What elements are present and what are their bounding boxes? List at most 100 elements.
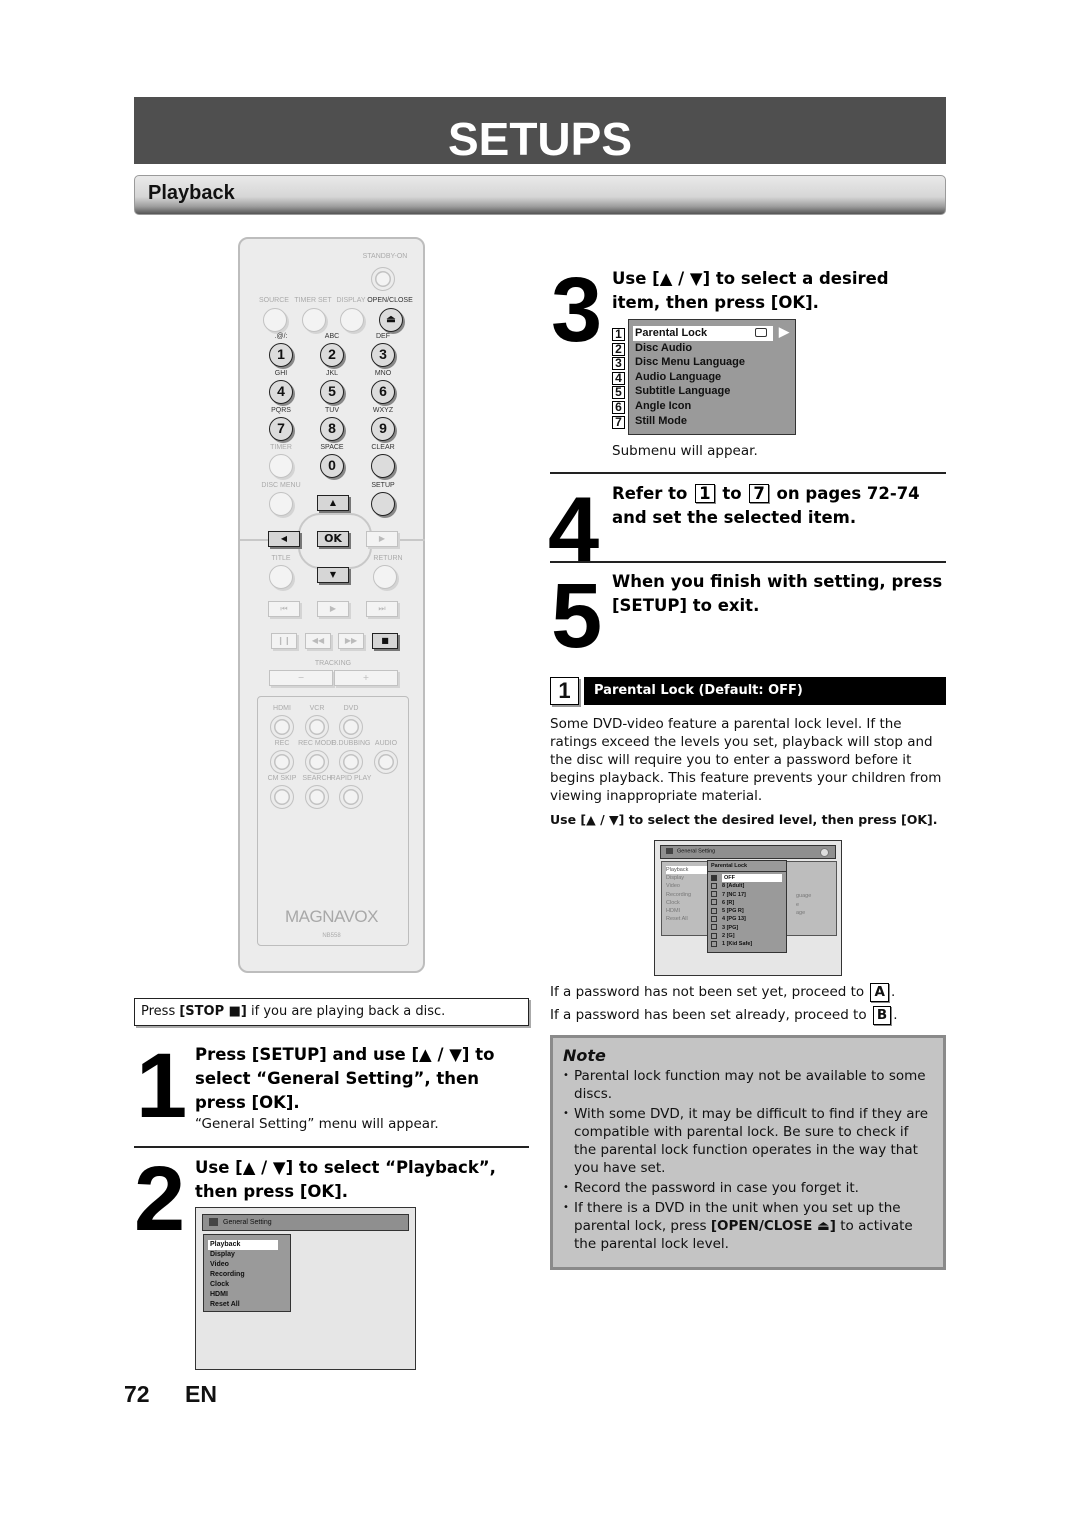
rec-button [270, 750, 294, 774]
menu-item-label: Subtitle Language [635, 385, 731, 398]
vcr-button [305, 715, 329, 739]
note-item: Record the password in case you forget i… [563, 1179, 933, 1197]
key-4: 4 [269, 380, 293, 404]
display-button [340, 308, 364, 332]
item-number-box: 7 [612, 415, 625, 429]
source-button [263, 308, 287, 332]
return-label: RETURN [373, 555, 403, 562]
osd-header: General Setting [202, 1214, 409, 1231]
level-label: 6 [R] [722, 899, 735, 906]
stop-note: Press [STOP ■] if you are playing back a… [134, 998, 529, 1026]
standby-label: STANDBY-ON [362, 253, 408, 260]
level-option: 3 [PG] [711, 924, 783, 932]
checkbox-icon [711, 899, 717, 906]
checkbox-icon [711, 907, 717, 914]
password-not-set: If a password has not been set yet, proc… [550, 983, 895, 1002]
level-option: 7 [NC 17] [711, 891, 783, 899]
key6-label: MNO [374, 370, 392, 377]
checkbox-icon [711, 924, 717, 931]
disc-icon [820, 848, 829, 857]
menu-item: Display [210, 1251, 235, 1258]
ref-box-a: A [870, 983, 889, 1002]
play-icon: ▶ [317, 601, 349, 617]
divider [550, 561, 946, 563]
tracking-label: TRACKING [314, 660, 352, 667]
level-label: 8 [Adult] [722, 883, 745, 890]
step-1-sub: “General Setting” menu will appear. [195, 1116, 439, 1132]
level-option: 1 [Kid Safe] [711, 940, 783, 948]
divider [550, 472, 946, 474]
menu-item-label: Still Mode [635, 414, 687, 427]
level-option: 5 [PG R] [711, 907, 783, 915]
key3-label: DEF [376, 333, 390, 340]
clear-label: CLEAR [371, 444, 395, 451]
remote-control: STANDBY-ON SOURCE TIMER SET DISPLAY OPEN… [238, 237, 425, 973]
general-setting-screen: General Setting Playback Display Video Reco… [195, 1207, 416, 1370]
ok-button: OK [317, 531, 349, 547]
menu-item: HDMI [210, 1291, 228, 1298]
password-set: If a password has been set already, proc… [550, 1006, 898, 1025]
menu-item: Reset All [210, 1301, 240, 1308]
key-5: 5 [320, 380, 344, 404]
dvd-label: DVD [343, 705, 359, 712]
menu-item-label: Audio Language [635, 370, 722, 383]
level-label: 2 [G] [722, 933, 735, 940]
model-number: NB558 [322, 933, 341, 939]
osd-title: General Setting [677, 848, 716, 855]
checkbox-icon [711, 916, 717, 923]
checkbox-icon [711, 874, 717, 881]
fast-forward-icon: ▶▶ [338, 633, 364, 649]
rapid-play-button [339, 785, 363, 809]
note-item: Parental lock function may not be availa… [563, 1067, 933, 1103]
parental-instruction: Use [▲ / ▼] to select the desired level,… [550, 812, 938, 827]
wrench-icon [666, 848, 673, 854]
tracking-plus: + [334, 670, 398, 686]
parental-section-title: Parental Lock (Default: OFF) [584, 677, 946, 705]
parental-description: Some DVD-video feature a parental lock l… [550, 716, 942, 804]
password-b-end: . [893, 1007, 898, 1023]
password-a-text: If a password has not been set yet, proc… [550, 984, 869, 1000]
brand-logo: MAGNAVOX [285, 907, 378, 926]
skip-back-icon: ⏮ [268, 601, 300, 617]
osd-title: General Setting [223, 1218, 272, 1226]
section-bar: Playback [134, 175, 946, 215]
note-key: [OPEN/CLOSE ⏏] [710, 1218, 836, 1234]
item-number-box: 2 [612, 342, 625, 356]
menu-item: Playback [208, 1240, 278, 1250]
rapid-play-label: RAPID PLAY [330, 775, 372, 782]
section-title: Playback [148, 182, 235, 204]
note-item: If there is a DVD in the unit when you s… [563, 1199, 933, 1253]
password-b-text: If a password has been set already, proc… [550, 1007, 871, 1023]
parental-lock-submenu: Parental Lock OFF 8 [Adult] 7 [NC 17] 6 [R]… [707, 860, 787, 953]
key-3: 3 [371, 343, 395, 367]
checkbox-icon [711, 940, 717, 947]
key9-label: WXYZ [372, 407, 394, 414]
key-6: 6 [371, 380, 395, 404]
open-close-label: OPEN/CLOSE [367, 297, 413, 304]
item-number-box: 4 [612, 371, 625, 385]
checkbox-icon [711, 932, 717, 939]
page-number: 72 [124, 1381, 150, 1407]
parental-lock-screen: General Setting Playback Display Video Reco… [654, 840, 842, 976]
level-label: OFF [722, 874, 782, 883]
section-number: 1 [550, 677, 579, 705]
eject-icon: ⏏ [379, 308, 403, 332]
step-5-number: 5 [551, 565, 603, 667]
step-4-text: to [716, 484, 748, 503]
menu-item: Still Mode [633, 414, 795, 429]
lock-icon [755, 328, 767, 337]
step-3-sub: Submenu will appear. [612, 443, 758, 459]
menu-item: Video [210, 1261, 229, 1268]
step-3-heading: Use [▲ / ▼] to select a desired item, th… [612, 269, 889, 312]
menu-item: Disc Menu Language [633, 355, 795, 370]
divider [134, 1146, 529, 1148]
page-title: SETUPS [447, 113, 633, 165]
menu-item: Clock [210, 1281, 230, 1288]
stop-note-pre: Press [141, 1004, 180, 1019]
left-arrow-icon: ◀ [268, 531, 300, 547]
level-label: 5 [PG R] [722, 908, 744, 915]
level-label: 3 [PG] [722, 924, 739, 931]
title-button [269, 565, 293, 589]
down-arrow-icon: ▼ [317, 567, 349, 583]
up-arrow-icon: ▲ [317, 495, 349, 511]
